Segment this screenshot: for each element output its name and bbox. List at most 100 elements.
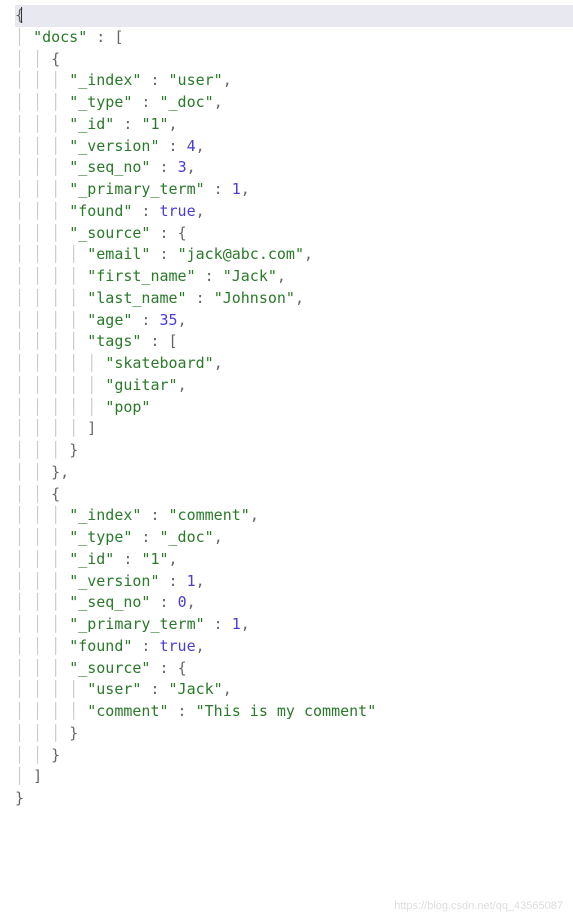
token-bool: true [160, 637, 196, 655]
token-brace: ] [33, 767, 42, 785]
token-punct: : [169, 702, 196, 720]
token-punct: , [295, 289, 304, 307]
token-pad: │ │ │ │ [15, 311, 87, 329]
token-key: "_index" [69, 506, 141, 524]
token-key: "_seq_no" [69, 593, 150, 611]
token-punct: , [169, 550, 178, 568]
code-line: │ │ │ "found" : true, [15, 636, 573, 658]
token-punct: , [196, 202, 205, 220]
code-line: │ │ │ } [15, 440, 573, 462]
token-punct: , [187, 158, 196, 176]
token-pad: │ │ [15, 463, 51, 481]
token-punct: : [150, 593, 177, 611]
token-brace: [ [114, 28, 123, 46]
token-brace: { [51, 485, 60, 503]
token-punct: , [241, 180, 250, 198]
token-brace: { [15, 6, 24, 24]
token-pad: │ │ │ [15, 637, 69, 655]
code-line: │ │ │ │ ] [15, 418, 573, 440]
token-pad: │ │ │ [15, 724, 69, 742]
token-key: "_id" [69, 550, 114, 568]
token-brace: { [178, 224, 187, 242]
token-num: 1 [187, 572, 196, 590]
token-brace: } [51, 463, 60, 481]
token-pad: │ │ │ [15, 572, 69, 590]
code-line: │ │ │ │ │ "guitar", [15, 375, 573, 397]
token-brace: ] [87, 419, 96, 437]
token-pad: │ │ │ [15, 71, 69, 89]
token-key: "found" [69, 202, 132, 220]
token-pad: │ │ │ │ [15, 702, 87, 720]
token-key: "_source" [69, 224, 150, 242]
token-key: "last_name" [87, 289, 186, 307]
token-str: "comment" [169, 506, 250, 524]
token-pad: │ │ │ [15, 202, 69, 220]
code-line: │ │ │ "_primary_term" : 1, [15, 614, 573, 636]
token-pad: │ │ │ [15, 615, 69, 633]
token-punct: : [205, 180, 232, 198]
token-key: "_index" [69, 71, 141, 89]
token-brace: { [51, 50, 60, 68]
token-pad: │ │ │ [15, 441, 69, 459]
token-key: "comment" [87, 702, 168, 720]
token-key: "first_name" [87, 267, 195, 285]
token-key: "_version" [69, 137, 159, 155]
token-key: "email" [87, 245, 150, 263]
code-line: │ │ }, [15, 462, 573, 484]
token-pad: │ │ │ [15, 593, 69, 611]
token-pad: │ │ │ [15, 180, 69, 198]
token-punct: : [87, 28, 114, 46]
token-key: "docs" [33, 28, 87, 46]
token-num: 35 [160, 311, 178, 329]
code-line: │ "docs" : [ [15, 27, 573, 49]
token-pad: │ │ │ │ │ [15, 398, 105, 416]
token-key: "user" [87, 680, 141, 698]
token-punct: , [60, 463, 69, 481]
token-pad: │ [15, 767, 33, 785]
code-line: │ │ { [15, 49, 573, 71]
token-punct: : [132, 202, 159, 220]
token-num: 1 [232, 615, 241, 633]
token-punct: : [132, 311, 159, 329]
code-line: │ │ │ "_index" : "comment", [15, 505, 573, 527]
token-punct: , [187, 593, 196, 611]
token-punct: : [150, 245, 177, 263]
token-key: "age" [87, 311, 132, 329]
code-line: │ │ │ "_version" : 4, [15, 136, 573, 158]
token-key: "_seq_no" [69, 158, 150, 176]
code-line: │ │ │ │ "tags" : [ [15, 331, 573, 353]
token-pad: │ │ │ │ [15, 289, 87, 307]
token-punct: , [196, 137, 205, 155]
token-str: "user" [169, 71, 223, 89]
token-pad: │ │ │ [15, 158, 69, 176]
code-line: │ │ │ "_seq_no" : 3, [15, 157, 573, 179]
token-punct: : [141, 332, 168, 350]
token-punct: : [132, 93, 159, 111]
token-str: "Jack" [169, 680, 223, 698]
token-punct: : [150, 158, 177, 176]
token-pad: │ │ │ │ [15, 419, 87, 437]
token-punct: : [150, 659, 177, 677]
token-punct: , [178, 376, 187, 394]
token-str: "Johnson" [214, 289, 295, 307]
code-line: } [15, 788, 573, 810]
code-line: │ │ │ │ "age" : 35, [15, 310, 573, 332]
token-num: 1 [232, 180, 241, 198]
token-key: "_type" [69, 528, 132, 546]
token-brace: [ [169, 332, 178, 350]
token-key: "_type" [69, 93, 132, 111]
token-pad: │ │ │ [15, 659, 69, 677]
token-pad: │ │ [15, 485, 51, 503]
token-key: "found" [69, 637, 132, 655]
code-line: │ │ │ "_id" : "1", [15, 114, 573, 136]
json-code-block: {│ "docs" : [│ │ {│ │ │ "_index" : "user… [15, 5, 573, 810]
text-cursor [21, 7, 22, 23]
code-line: │ │ │ "_source" : { [15, 658, 573, 680]
token-pad: │ │ │ [15, 137, 69, 155]
token-pad: │ │ │ │ [15, 267, 87, 285]
code-line: │ │ │ "_id" : "1", [15, 549, 573, 571]
token-punct: , [214, 354, 223, 372]
token-pad: │ │ │ │ │ [15, 376, 105, 394]
token-punct: : [114, 115, 141, 133]
token-pad: │ │ │ │ [15, 332, 87, 350]
